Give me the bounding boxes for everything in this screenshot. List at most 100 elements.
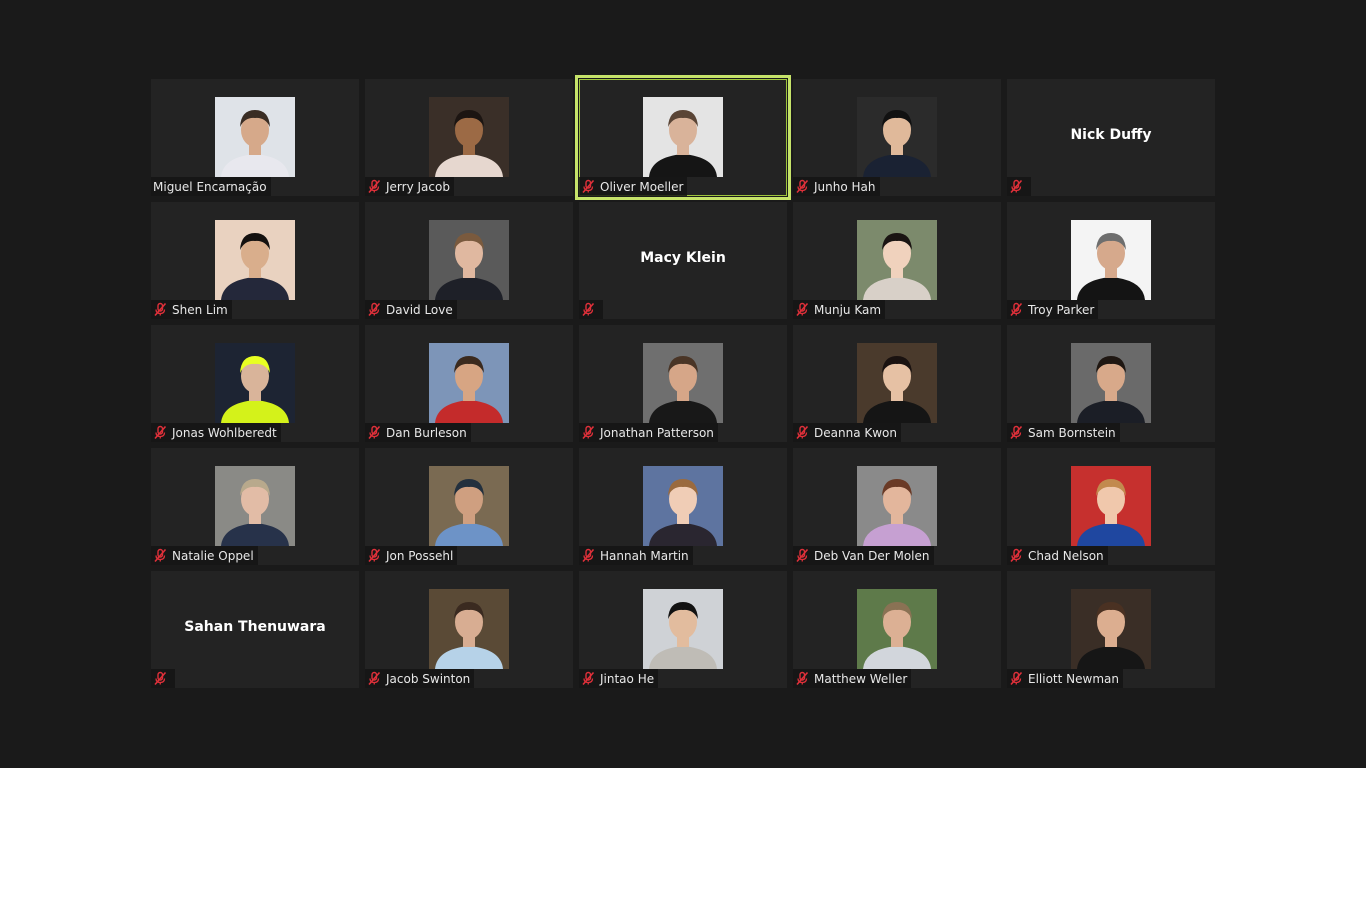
- participant-name: Sam Bornstein: [1028, 425, 1116, 440]
- participant-name: Hannah Martin: [600, 548, 689, 563]
- participant-tile[interactable]: Troy Parker: [1007, 202, 1215, 319]
- participant-name: Jacob Swinton: [386, 671, 471, 686]
- participant-name: Jintao He: [600, 671, 655, 686]
- participant-name: Deb Van Der Molen: [814, 548, 930, 563]
- mic-muted-icon: [1009, 179, 1024, 194]
- mic-muted-icon: [153, 548, 168, 563]
- participant-avatar: [215, 97, 295, 177]
- participant-name: Elliott Newman: [1028, 671, 1119, 686]
- participant-tile[interactable]: Matthew Weller: [793, 571, 1001, 688]
- mic-muted-icon: [581, 548, 596, 563]
- participant-name-bar: Jon Possehl: [365, 546, 458, 565]
- participant-name-bar: Natalie Oppel: [151, 546, 258, 565]
- participant-tile[interactable]: Dan Burleson: [365, 325, 573, 442]
- participant-name: David Love: [386, 302, 453, 317]
- mic-muted-icon: [367, 548, 382, 563]
- participant-tile[interactable]: Jon Possehl: [365, 448, 573, 565]
- participant-display-name: Macy Klein: [640, 250, 726, 266]
- participant-name: Junho Hah: [814, 179, 876, 194]
- participant-name-bar: Jintao He: [579, 669, 659, 688]
- participant-avatar: [643, 343, 723, 423]
- participant-tile[interactable]: Jacob Swinton: [365, 571, 573, 688]
- participant-tile[interactable]: Shen Lim: [151, 202, 359, 319]
- participant-name: Miguel Encarnação: [153, 179, 267, 194]
- participant-name: Jonathan Patterson: [600, 425, 714, 440]
- participant-tile[interactable]: Oliver Moeller: [575, 75, 791, 200]
- participant-tile[interactable]: Elliott Newman: [1007, 571, 1215, 688]
- participant-name: Oliver Moeller: [600, 179, 684, 194]
- participant-name-bar: Miguel Encarnação: [151, 177, 271, 196]
- participant-name-bar: Shen Lim: [151, 300, 232, 319]
- participant-avatar: [643, 97, 723, 177]
- participant-name-bar: Deanna Kwon: [793, 423, 901, 442]
- participant-tile[interactable]: David Love: [365, 202, 573, 319]
- participant-grid: Miguel Encarnação Jerry Jacob Oliver Moell…: [151, 75, 1215, 688]
- participant-tile[interactable]: Chad Nelson: [1007, 448, 1215, 565]
- participant-name: Deanna Kwon: [814, 425, 897, 440]
- mic-muted-icon: [153, 425, 168, 440]
- mic-muted-icon: [367, 179, 382, 194]
- participant-avatar: [429, 589, 509, 669]
- participant-tile[interactable]: Jonathan Patterson: [579, 325, 787, 442]
- participant-name-bar: Junho Hah: [793, 177, 880, 196]
- participant-name-bar: Oliver Moeller: [579, 177, 688, 196]
- participant-avatar: [1071, 466, 1151, 546]
- mic-muted-icon: [795, 671, 810, 686]
- participant-name: Jonas Wohlberedt: [172, 425, 277, 440]
- participant-avatar: [429, 220, 509, 300]
- participant-tile[interactable]: Natalie Oppel: [151, 448, 359, 565]
- mic-muted-icon: [367, 671, 382, 686]
- participant-tile[interactable]: Deanna Kwon: [793, 325, 1001, 442]
- participant-avatar: [429, 97, 509, 177]
- mic-muted-icon: [581, 671, 596, 686]
- participant-avatar: [215, 343, 295, 423]
- participant-name-bar: [1007, 177, 1031, 196]
- participant-avatar: [857, 220, 937, 300]
- participant-name-bar: Jacob Swinton: [365, 669, 475, 688]
- mic-muted-icon: [1009, 548, 1024, 563]
- mic-muted-icon: [581, 179, 596, 194]
- participant-display-name: Nick Duffy: [1070, 127, 1152, 143]
- participant-avatar: [857, 466, 937, 546]
- mic-muted-icon: [367, 425, 382, 440]
- participant-name-bar: [151, 669, 175, 688]
- mic-muted-icon: [795, 179, 810, 194]
- mic-muted-icon: [795, 548, 810, 563]
- participant-tile[interactable]: Sahan Thenuwara: [151, 571, 359, 688]
- participant-avatar: [215, 466, 295, 546]
- mic-muted-icon: [1009, 425, 1024, 440]
- participant-name-bar: Jerry Jacob: [365, 177, 454, 196]
- participant-tile[interactable]: Nick Duffy: [1007, 79, 1215, 196]
- participant-avatar: [1071, 343, 1151, 423]
- participant-name: Dan Burleson: [386, 425, 467, 440]
- mic-muted-icon: [153, 671, 168, 686]
- meeting-gallery-view: Miguel Encarnação Jerry Jacob Oliver Moell…: [0, 0, 1366, 768]
- participant-name-bar: [579, 300, 603, 319]
- participant-tile[interactable]: Jerry Jacob: [365, 79, 573, 196]
- participant-avatar: [429, 343, 509, 423]
- participant-name-bar: Jonas Wohlberedt: [151, 423, 281, 442]
- participant-tile[interactable]: Junho Hah: [793, 79, 1001, 196]
- participant-name: Jon Possehl: [386, 548, 454, 563]
- participant-name: Shen Lim: [172, 302, 228, 317]
- participant-tile[interactable]: Hannah Martin: [579, 448, 787, 565]
- participant-tile[interactable]: Miguel Encarnação: [151, 79, 359, 196]
- participant-avatar: [643, 466, 723, 546]
- participant-tile[interactable]: Munju Kam: [793, 202, 1001, 319]
- mic-muted-icon: [581, 425, 596, 440]
- participant-name-bar: Chad Nelson: [1007, 546, 1108, 565]
- participant-tile[interactable]: Jintao He: [579, 571, 787, 688]
- participant-tile[interactable]: Macy Klein: [579, 202, 787, 319]
- participant-name-bar: Hannah Martin: [579, 546, 693, 565]
- participant-display-name: Sahan Thenuwara: [184, 619, 326, 635]
- participant-name: Matthew Weller: [814, 671, 908, 686]
- mic-muted-icon: [795, 425, 810, 440]
- participant-name-bar: Elliott Newman: [1007, 669, 1123, 688]
- participant-avatar: [857, 589, 937, 669]
- participant-tile[interactable]: Sam Bornstein: [1007, 325, 1215, 442]
- participant-tile[interactable]: Jonas Wohlberedt: [151, 325, 359, 442]
- participant-avatar: [643, 589, 723, 669]
- participant-name: Troy Parker: [1028, 302, 1095, 317]
- participant-name-bar: Dan Burleson: [365, 423, 471, 442]
- participant-tile[interactable]: Deb Van Der Molen: [793, 448, 1001, 565]
